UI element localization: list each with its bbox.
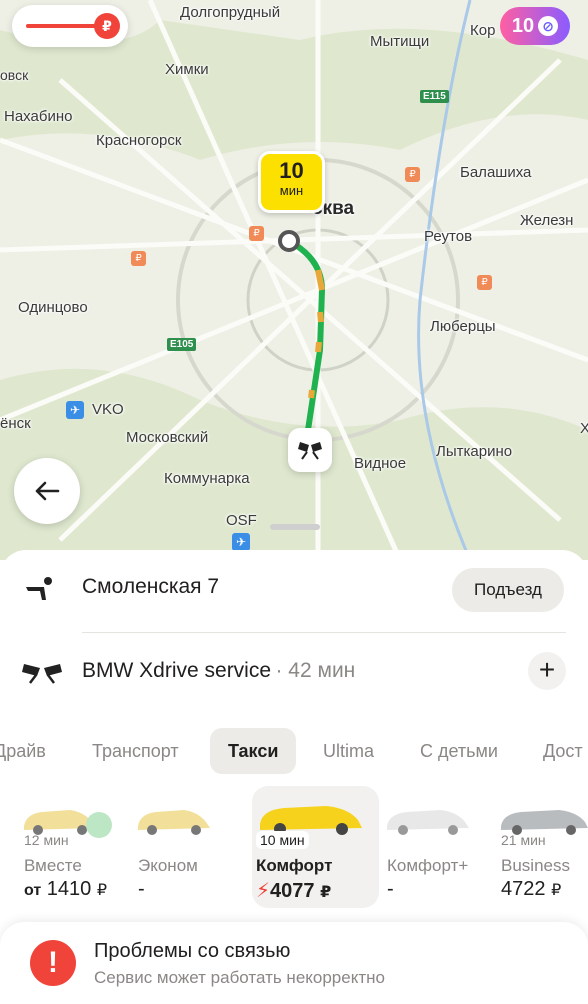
destination-duration: · 42 мин [275,659,356,682]
tab-ultima[interactable]: Ultima [323,728,374,774]
tab-with-kids[interactable]: С детьми [420,728,498,774]
tab-delivery[interactable]: Дост [543,728,583,774]
map-label-balashikha: Балашиха [460,164,532,181]
map-label-krasnogorsk: Красногорск [96,132,182,149]
destination-row[interactable]: BMW Xdrive service · 42 мин + [0,646,588,700]
map-label-khimki: Химки [165,61,209,78]
tariff-card-vmeste[interactable]: 12 мин Вместе от 1410 ₽ [20,786,142,908]
map-label-x: Х [580,420,588,437]
map-label-vidnoe: Видное [354,455,407,472]
bottom-sheet: Смоленская 7 Подъезд BMW Xdrive service … [0,524,588,1004]
airport-icon: ✈ [66,401,84,419]
map[interactable]: Долгопрудный Мытищи Кор Химки овск E115 … [0,0,588,560]
tariff-price: от 1410 ₽ [24,878,108,900]
surge-icon: ₽ [94,13,120,39]
map-label-moskovsky: Московский [126,429,209,446]
eta-value: 10 [279,158,304,183]
promo-badge[interactable]: 10 ⊘ [500,7,570,45]
map-label-dolgoprudny: Долгопрудный [180,4,281,21]
banner-subtitle: Сервис может работать некорректно [94,968,385,987]
back-button[interactable] [14,458,80,524]
map-label-zheleznodorozhny: Железн [520,212,574,229]
tab-taxi[interactable]: Такси [210,728,297,774]
add-stop-button[interactable]: + [528,652,566,690]
checkered-flags-icon [298,442,322,460]
map-label-ovsk: овск [0,67,29,83]
map-label-nakhabino: Нахабино [4,108,73,125]
map-label-lyubertsy: Люберцы [430,318,496,335]
car-icon [138,810,210,835]
tariff-price: - [387,878,394,900]
connection-warning-banner[interactable]: ! Проблемы со связью Сервис может работа… [0,922,588,1004]
pickup-address: Смоленская 7 [82,575,220,598]
plus-icon: ⊘ [538,16,559,36]
tab-transport[interactable]: Транспорт [92,728,179,774]
tariff-eta: 21 мин [501,832,546,848]
tab-drive[interactable]: Драйв [0,728,46,774]
entrance-button[interactable]: Подъезд [452,568,564,612]
tariff-card-econom[interactable]: Эконом - [134,786,256,908]
destination-name: BMW Xdrive service [82,659,272,682]
tariff-name: Business [501,856,570,875]
surge-toggle[interactable]: ₽ [12,5,128,47]
tariff-card-comfort-plus[interactable]: Комфорт+ - [383,786,505,908]
map-label-reutov: Реутов [424,228,473,245]
highway-e105: E105 [167,338,197,351]
eta-unit: мин [279,183,304,198]
highway-e115: E115 [420,90,449,103]
pickup-row[interactable]: Смоленская 7 Подъезд [0,562,588,616]
airport-icon: ✈ [232,533,250,551]
alert-icon: ! [30,940,76,986]
map-label-kor: Кор [470,22,496,39]
walking-person-icon [22,576,56,607]
tariff-name: Эконом [138,856,198,875]
tariff-eta: 12 мин [24,832,69,848]
fuel-station-icon: ₽ [477,275,492,290]
destination-label: BMW Xdrive service · 42 мин [82,659,355,683]
map-label-lytkarino: Лыткарино [436,443,513,460]
tariff-eta: 10 мин [256,831,309,849]
tariff-card-business[interactable]: 21 мин Business 4722 ₽ [497,786,588,908]
promo-count: 10 [511,14,535,37]
pickup-pin [278,230,300,252]
map-label-yonsk: ёнск [0,415,31,432]
map-label-vko: VKO [92,401,124,418]
fuel-station-icon: ₽ [405,167,420,182]
fuel-station-icon: ₽ [131,251,146,266]
shared-ride-icon [86,812,112,838]
divider [82,632,566,633]
eta-bubble: 10 мин [258,151,325,213]
tariff-name: Комфорт+ [387,856,469,875]
arrow-left-icon [35,481,60,501]
map-label-kommunarka: Коммунарка [164,470,250,487]
tariff-price: ⚡4077 ₽ [256,880,332,902]
tariff-price: 4722 ₽ [501,878,562,900]
car-icon [387,810,469,835]
tariff-card-comfort[interactable]: 10 мин Комфорт ⚡4077 ₽ [252,786,379,908]
service-tabs: Драйв Транспорт Такси Ultima С детьми До… [0,728,588,774]
fuel-station-icon: ₽ [249,226,264,241]
tariff-price: - [138,878,145,900]
destination-marker [288,428,332,472]
banner-title: Проблемы со связью [94,940,291,962]
tariff-name: Вместе [24,856,82,875]
map-label-mytishchi: Мытищи [370,33,430,50]
sheet-handle[interactable] [270,524,320,530]
tariff-name: Комфорт [256,856,333,875]
map-label-odintsovo: Одинцово [18,299,88,316]
plus-icon: + [538,654,556,685]
entrance-button-label: Подъезд [474,580,542,599]
map-background [0,0,588,560]
checkered-flags-icon [22,660,62,689]
map-label-osf: OSF [226,512,257,529]
